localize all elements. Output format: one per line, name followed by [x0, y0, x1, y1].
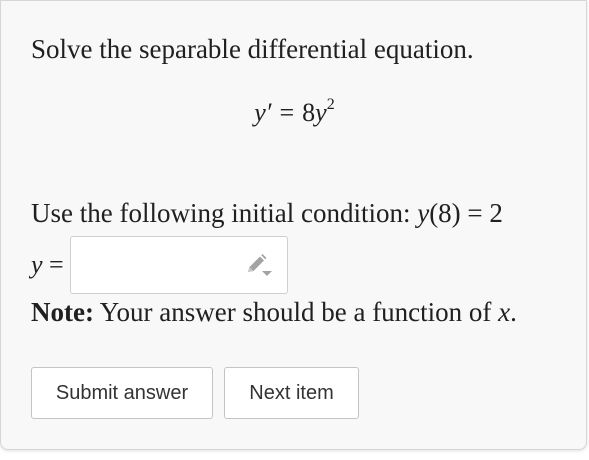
next-item-button[interactable]: Next item [224, 367, 359, 419]
equation-lhs: y′ [254, 98, 272, 127]
answer-input[interactable] [69, 236, 288, 294]
note-end: . [510, 297, 517, 327]
question-card: Solve the separable differential equatio… [0, 0, 587, 450]
initial-condition-text: Use the following initial condition: [31, 198, 418, 228]
initial-condition-value: 2 [489, 198, 503, 228]
note-text: Your answer should be a function of [93, 297, 499, 327]
question-prompt: Solve the separable differential equatio… [31, 34, 474, 64]
initial-condition-equals: = [460, 198, 490, 228]
initial-condition-argument: (8) [429, 198, 461, 228]
note-variable: x [498, 297, 511, 327]
differential-equation: y′ = 8y2 [1, 96, 588, 128]
submit-answer-button[interactable]: Submit answer [31, 367, 213, 419]
note-label: Note: [31, 297, 94, 327]
equation-exponent: 2 [326, 96, 335, 113]
answer-variable: y [31, 250, 43, 279]
answer-row: y = [31, 236, 288, 294]
pencil-dropdown-icon[interactable] [245, 254, 275, 278]
equation-coefficient: 8 [302, 98, 316, 127]
equation-variable: y [315, 98, 327, 127]
initial-condition-function: y [417, 198, 430, 228]
answer-label: y = [31, 250, 64, 280]
equation-equals: = [279, 98, 295, 127]
answer-note: Note: Your answer should be a function o… [31, 297, 517, 328]
answer-equals: = [42, 250, 64, 279]
initial-condition: Use the following initial condition: y(8… [31, 198, 503, 229]
